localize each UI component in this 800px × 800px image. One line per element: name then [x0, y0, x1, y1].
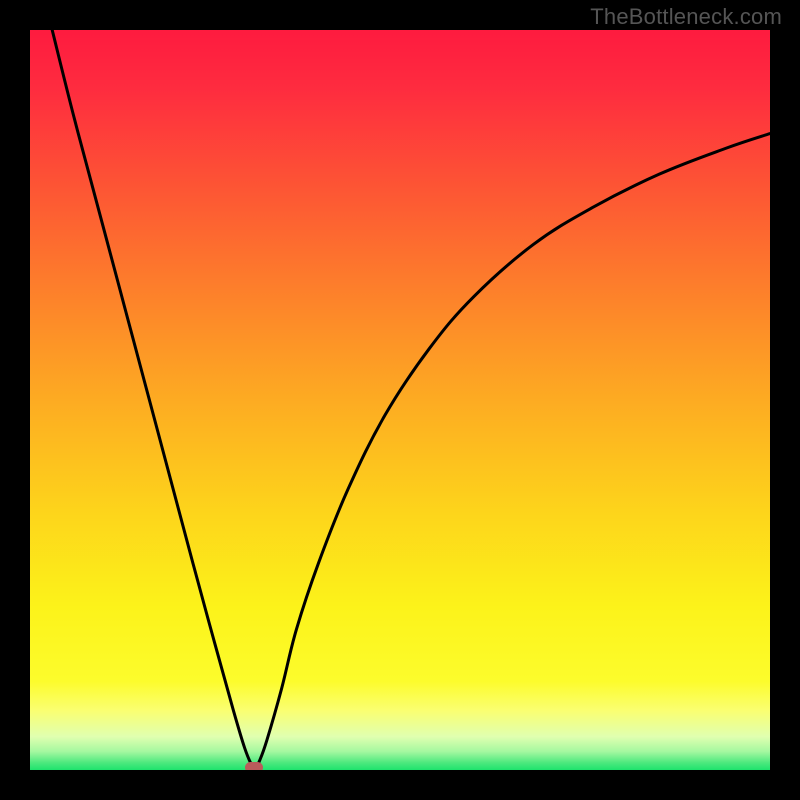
optimum-marker	[245, 762, 263, 770]
plot-area	[30, 30, 770, 770]
bottleneck-curve	[30, 30, 770, 770]
watermark-text: TheBottleneck.com	[590, 4, 782, 30]
chart-canvas: TheBottleneck.com	[0, 0, 800, 800]
